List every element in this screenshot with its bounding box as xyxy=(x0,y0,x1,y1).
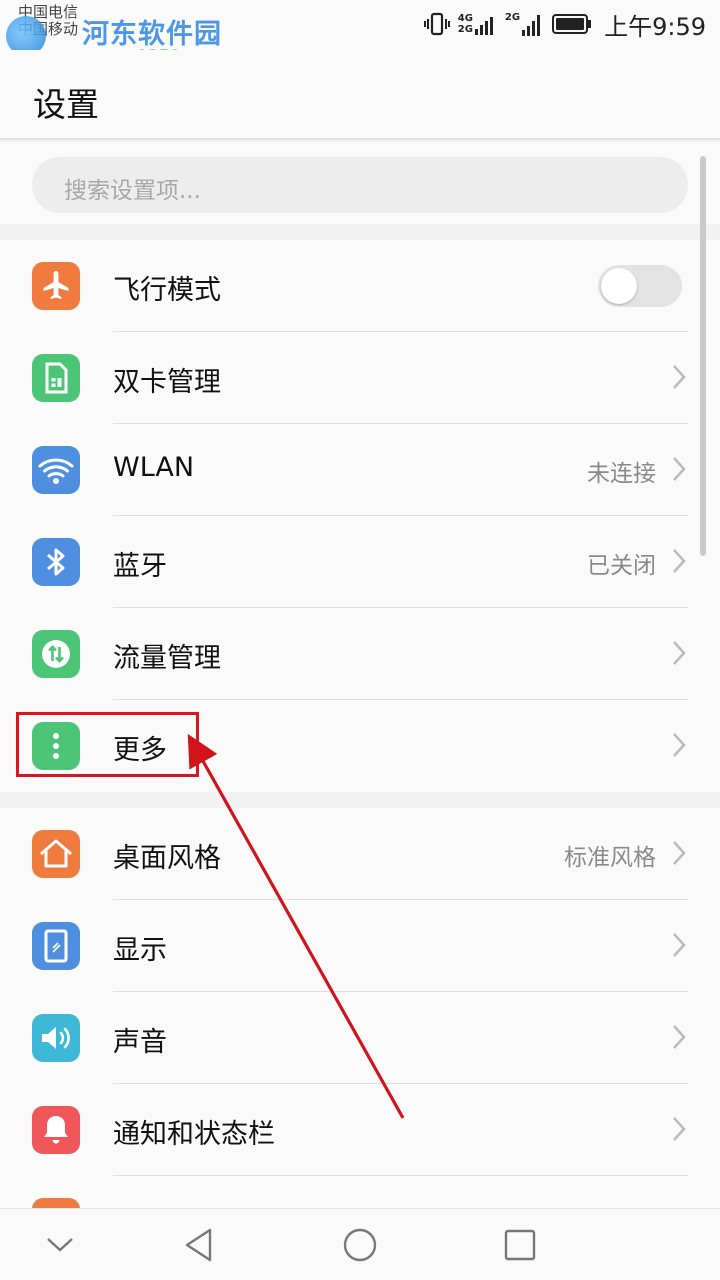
back-icon[interactable] xyxy=(160,1209,240,1280)
recents-icon[interactable] xyxy=(480,1209,560,1280)
navigation-bar xyxy=(0,1208,720,1280)
home-circle-icon[interactable] xyxy=(320,1209,400,1280)
collapse-icon[interactable] xyxy=(20,1209,100,1280)
annotation-arrow xyxy=(187,733,405,1119)
